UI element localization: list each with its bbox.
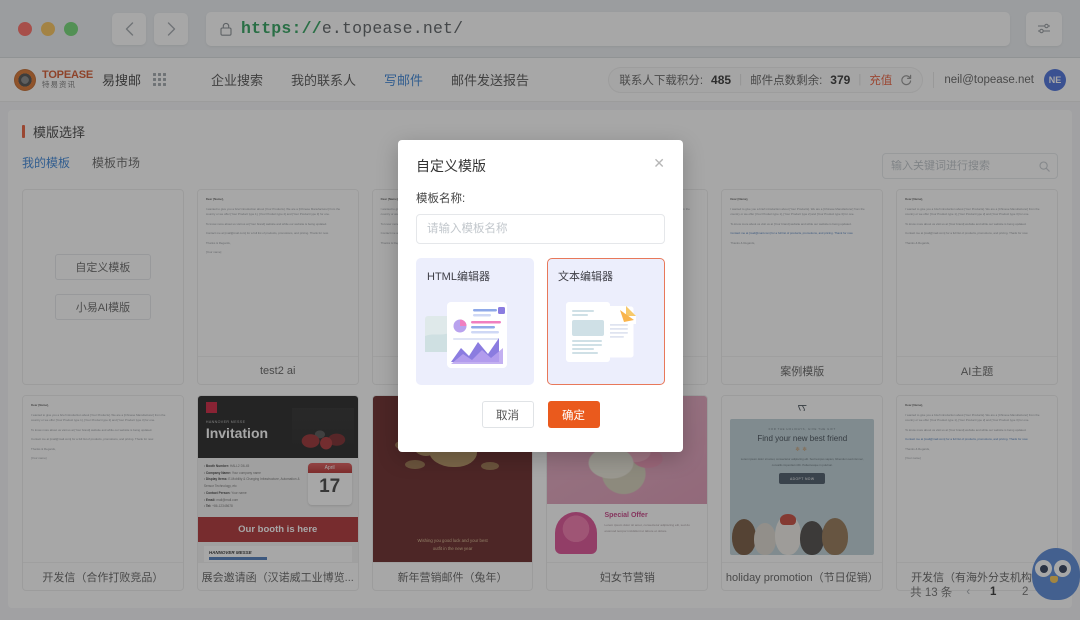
text-editor-label: 文本编辑器 [558,268,654,284]
text-editor-choice[interactable]: 文本编辑器 [547,258,665,385]
html-editor-choice[interactable]: HTML编辑器 [416,258,534,385]
template-name-input[interactable] [416,214,665,244]
modal-footer: 取消 确定 [416,401,665,428]
modal-header: 自定义模版 ✕ [398,140,683,176]
modal-title: 自定义模版 [416,156,486,176]
modal-body: 模板名称: HTML编辑器 [398,176,683,428]
template-name-label: 模板名称: [416,190,665,206]
html-editor-label: HTML编辑器 [427,268,523,284]
editor-type-choices: HTML编辑器 [416,258,665,385]
html-editor-illustration [417,292,538,376]
cancel-button[interactable]: 取消 [482,401,534,428]
text-editor-illustration [548,292,669,376]
confirm-button[interactable]: 确定 [548,401,600,428]
close-icon[interactable]: ✕ [653,156,665,170]
custom-template-modal: 自定义模版 ✕ 模板名称: HTML编辑器 [398,140,683,452]
app-root: https://e.topease.net/ TOPEASE 特易资讯 易搜邮 [0,0,1080,620]
